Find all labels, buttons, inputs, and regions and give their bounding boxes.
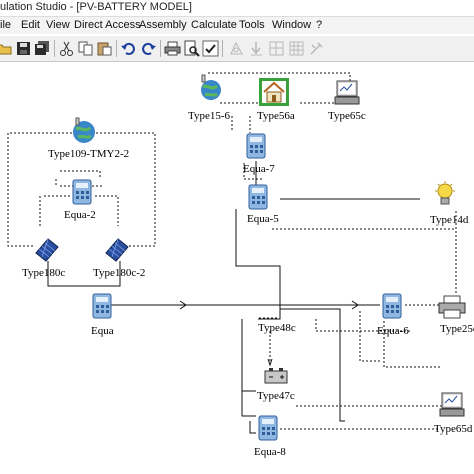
menu-bar: ile Edit View Direct Access Assembly Cal… xyxy=(0,17,474,34)
calculator-icon[interactable] xyxy=(258,415,278,441)
menu-tools[interactable]: Tools xyxy=(239,19,265,31)
disabled-tool-icon[interactable] xyxy=(308,40,325,57)
disabled-grid-icon[interactable] xyxy=(288,40,305,57)
type14d-label: Type14d xyxy=(430,214,469,226)
menu-direct-access[interactable]: Direct Access xyxy=(74,19,141,31)
type48c-label: Type48c xyxy=(258,322,296,334)
toolbar-separator xyxy=(54,40,55,57)
type15-6-label: Type15-6 xyxy=(188,110,230,122)
calculator-icon[interactable] xyxy=(382,293,402,319)
paste-icon[interactable] xyxy=(96,40,113,57)
menu-help[interactable]: ? xyxy=(316,19,322,31)
pv-panel-icon[interactable] xyxy=(34,237,60,263)
equa-2-label: Equa-2 xyxy=(64,209,96,221)
printer-icon[interactable] xyxy=(438,295,466,319)
type109-label: Type109-TMY2-2 xyxy=(48,148,130,160)
building-icon[interactable] xyxy=(259,78,289,106)
calculator-icon[interactable] xyxy=(72,179,92,205)
copy-icon[interactable] xyxy=(77,40,94,57)
type180c-label: Type180c xyxy=(22,267,66,279)
menu-view[interactable]: View xyxy=(46,19,70,31)
type65c-label: Type65c xyxy=(328,110,366,122)
redo-icon[interactable] xyxy=(140,40,157,57)
toolbar-separator xyxy=(160,40,161,57)
toolbar-separator xyxy=(116,40,117,57)
assembly-canvas[interactable]: Type109-TMY2-2 Equa-2 Type180c Type180c-… xyxy=(0,61,474,474)
battery-icon[interactable] xyxy=(264,368,288,384)
title-bar: ulation Studio - [PV-BATTERY MODEL] xyxy=(0,0,474,17)
type65d-label: Type65d xyxy=(434,423,473,435)
weather-globe-icon[interactable] xyxy=(70,117,98,145)
equa-5-label: Equa-5 xyxy=(247,213,279,225)
menu-calculate[interactable]: Calculate xyxy=(191,19,237,31)
disabled-grid-icon[interactable] xyxy=(268,40,285,57)
type56a-label: Type56a xyxy=(257,110,295,122)
calculator-icon[interactable] xyxy=(92,293,112,319)
undo-icon[interactable] xyxy=(120,40,137,57)
save-all-icon[interactable] xyxy=(34,40,51,57)
weather-globe-icon[interactable] xyxy=(198,74,224,102)
menu-edit[interactable]: Edit xyxy=(21,19,40,31)
calculator-icon[interactable] xyxy=(248,184,268,210)
pv-panel-icon[interactable] xyxy=(104,237,130,263)
check-icon[interactable] xyxy=(202,40,219,57)
menu-assembly[interactable]: Assembly xyxy=(139,19,187,31)
toolbar xyxy=(0,35,474,62)
print-preview-icon[interactable] xyxy=(183,40,200,57)
light-bulb-icon[interactable] xyxy=(434,181,456,209)
equa-8-label: Equa-8 xyxy=(254,446,286,458)
type25c-2-label: Type25c-2 xyxy=(440,323,474,335)
equa-7-label: Equa-7 xyxy=(243,163,275,175)
type180c-2-label: Type180c-2 xyxy=(93,267,146,279)
save-icon[interactable] xyxy=(15,40,32,57)
online-plotter-icon[interactable] xyxy=(333,79,361,107)
type47c-label: Type47c xyxy=(257,390,295,402)
equa-label: Equa xyxy=(91,325,114,337)
online-plotter-icon[interactable] xyxy=(438,391,466,419)
cut-icon[interactable] xyxy=(58,40,75,57)
equa-6-label: Equa-6 xyxy=(377,325,409,337)
disabled-arrow-icon[interactable] xyxy=(248,40,265,57)
menu-file[interactable]: ile xyxy=(0,19,11,31)
disabled-grid-icon[interactable] xyxy=(228,40,245,57)
open-folder-icon[interactable] xyxy=(0,40,13,57)
print-icon[interactable] xyxy=(164,40,181,57)
calculator-icon[interactable] xyxy=(246,133,266,159)
menu-window[interactable]: Window xyxy=(272,19,311,31)
window-title: ulation Studio - [PV-BATTERY MODEL] xyxy=(0,1,192,13)
toolbar-separator xyxy=(222,40,223,57)
